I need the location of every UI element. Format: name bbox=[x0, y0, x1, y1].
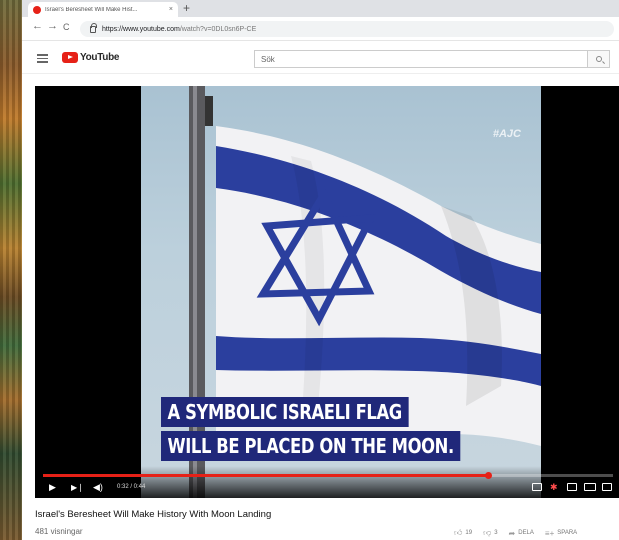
dislike-button[interactable]: 👎︎ 3 bbox=[483, 528, 497, 538]
scrubber-handle[interactable] bbox=[484, 472, 492, 479]
search-input[interactable]: Sök bbox=[254, 50, 588, 68]
add-to-playlist-icon: ≡+ bbox=[544, 528, 555, 538]
next-icon[interactable]: ▶❘ bbox=[71, 483, 84, 492]
view-count: 481 visningar bbox=[35, 527, 83, 536]
share-icon: ➦ bbox=[508, 528, 516, 538]
video-player[interactable]: #AJC A SYMBOLIC ISRAELI FLAG WILL BE PLA… bbox=[35, 86, 619, 498]
logo-text: YouTube bbox=[80, 52, 120, 63]
forward-button[interactable]: → bbox=[47, 20, 58, 32]
volume-icon[interactable]: ◀) bbox=[93, 482, 103, 493]
thumbs-up-icon: 👍︎ bbox=[454, 528, 463, 537]
back-button[interactable]: ← bbox=[32, 20, 43, 32]
url-text: https://www.youtube.com/watch?v=0DL0sn6P… bbox=[102, 25, 257, 33]
youtube-play-icon bbox=[62, 52, 78, 63]
new-tab-button[interactable]: + bbox=[183, 1, 190, 15]
theater-mode-icon[interactable] bbox=[584, 483, 596, 491]
cast-icon[interactable] bbox=[602, 483, 612, 491]
tab-strip: Israel's Beresheet Will Make Hist... × + bbox=[22, 0, 619, 17]
save-label: SPARA bbox=[557, 530, 578, 536]
thumbs-down-icon: 👎︎ bbox=[483, 528, 492, 537]
address-bar-row: ← → C https://www.youtube.com/watch?v=0D… bbox=[22, 17, 619, 41]
close-tab-icon[interactable]: × bbox=[169, 6, 173, 13]
youtube-header: YouTube Sök bbox=[22, 42, 619, 74]
caption-line-2: WILL BE PLACED ON THE MOON. bbox=[161, 431, 461, 461]
screen: Israel's Beresheet Will Make Hist... × +… bbox=[0, 0, 619, 540]
time-display: 0:32 / 0:44 bbox=[117, 484, 146, 490]
progress-fill bbox=[43, 474, 488, 477]
address-input[interactable]: https://www.youtube.com/watch?v=0DL0sn6P… bbox=[80, 21, 614, 37]
video-title: Israel's Beresheet Will Make History Wit… bbox=[35, 509, 272, 520]
tab-youtube[interactable]: Israel's Beresheet Will Make Hist... × bbox=[28, 2, 178, 17]
youtube-favicon-icon bbox=[33, 5, 41, 14]
progress-bar[interactable] bbox=[43, 472, 613, 479]
hamburger-menu-icon[interactable] bbox=[37, 54, 48, 63]
video-frame[interactable]: #AJC A SYMBOLIC ISRAELI FLAG WILL BE PLA… bbox=[141, 86, 541, 498]
share-button[interactable]: ➦ DELA bbox=[509, 529, 534, 538]
reload-button[interactable]: C bbox=[63, 22, 70, 32]
share-label: DELA bbox=[518, 530, 534, 536]
player-controls-overlay bbox=[35, 466, 619, 498]
desktop-background bbox=[0, 0, 22, 540]
search-icon bbox=[595, 56, 602, 62]
video-actions: 👍︎ 19 👎︎ 3 ➦ DELA ≡+ SPARA bbox=[454, 528, 577, 538]
dislike-count: 3 bbox=[494, 530, 498, 536]
save-button[interactable]: ≡+ SPARA bbox=[545, 529, 577, 538]
subtitles-icon[interactable] bbox=[532, 483, 542, 491]
like-button[interactable]: 👍︎ 19 bbox=[454, 528, 472, 538]
search-button[interactable] bbox=[588, 50, 610, 68]
like-count: 19 bbox=[465, 530, 473, 536]
miniplayer-icon[interactable] bbox=[567, 483, 577, 491]
lock-icon bbox=[90, 22, 97, 33]
tab-title: Israel's Beresheet Will Make Hist... bbox=[45, 6, 138, 13]
video-watermark: #AJC bbox=[492, 128, 521, 140]
youtube-logo[interactable]: YouTube bbox=[62, 52, 120, 63]
caption-line-1: A SYMBOLIC ISRAELI FLAG bbox=[161, 397, 409, 427]
settings-icon[interactable]: ✱ bbox=[550, 482, 558, 493]
browser-window: Israel's Beresheet Will Make Hist... × +… bbox=[22, 0, 619, 540]
play-icon[interactable]: ▶ bbox=[49, 482, 56, 493]
